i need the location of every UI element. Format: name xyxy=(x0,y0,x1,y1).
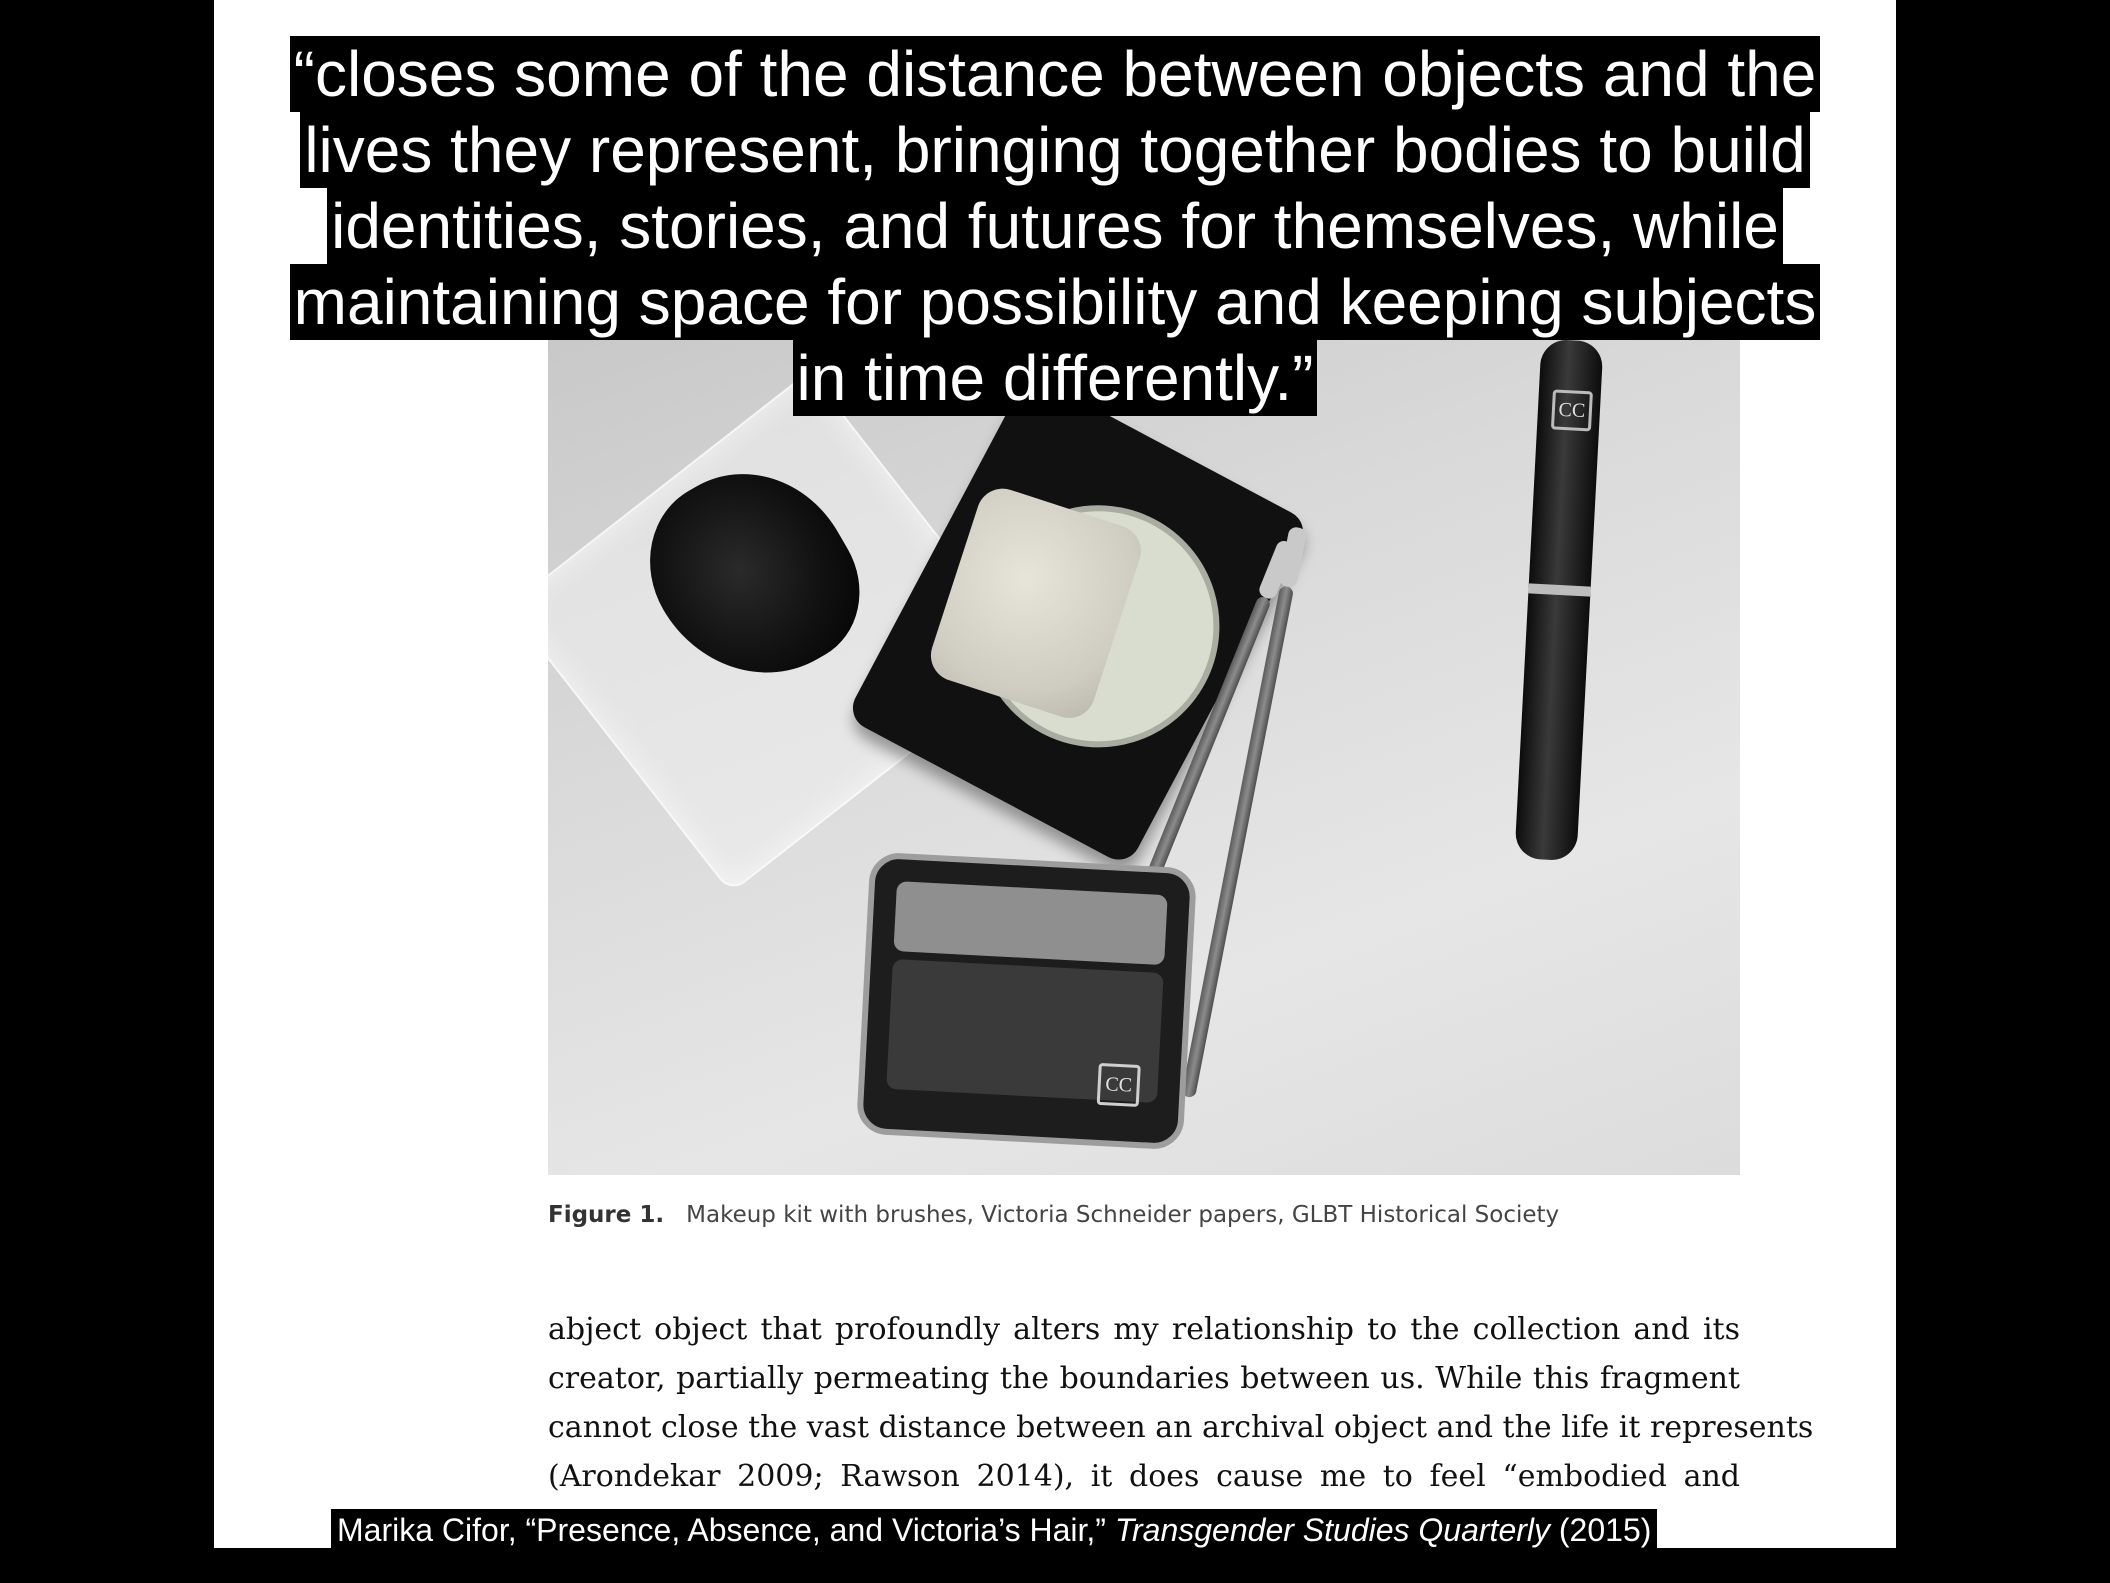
brand-logo: CC xyxy=(1096,1062,1141,1108)
citation-suffix: (2015) xyxy=(1550,1512,1652,1548)
quote-line: lives they represent, bringing together … xyxy=(300,112,1810,188)
blush-compact: CC xyxy=(855,851,1198,1151)
citation-bar: Marika Cifor, “Presence, Absence, and Vi… xyxy=(331,1509,1658,1551)
body-text: abject object that profoundly alters my … xyxy=(548,1305,1814,1501)
citation-prefix: Marika Cifor, “Presence, Absence, and Vi… xyxy=(337,1512,1115,1548)
figure-caption: Figure 1. Makeup kit with brushes, Victor… xyxy=(548,1202,1559,1228)
blush-pan-light xyxy=(893,881,1168,966)
makeup-kit-photo: CC CC xyxy=(548,330,1740,1175)
quote-line: maintaining space for possibility and ke… xyxy=(289,264,1821,340)
body-text-line: cannot close the vast distance between a… xyxy=(548,1410,1814,1445)
body-text-line: creator, partially permeating the bounda… xyxy=(548,1361,1740,1396)
citation-journal: Transgender Studies Quarterly xyxy=(1114,1512,1550,1548)
body-text-line: abject object that profoundly alters my … xyxy=(548,1312,1740,1347)
quote-line: “closes some of the distance between obj… xyxy=(289,36,1821,112)
body-text-line: (Arondekar 2009; Rawson 2014), it does c… xyxy=(548,1459,1740,1494)
figure-label: Figure 1. xyxy=(548,1202,665,1228)
figure-caption-text: Makeup kit with brushes, Victoria Schnei… xyxy=(686,1202,1560,1228)
quote-line: in time differently.” xyxy=(792,340,1318,416)
lipstick-band xyxy=(1528,583,1591,597)
quote-line: identities, stories, and futures for the… xyxy=(327,188,1783,264)
lipstick-tube: CC xyxy=(1514,338,1604,862)
quote-overlay: “closes some of the distance between obj… xyxy=(214,36,1896,416)
